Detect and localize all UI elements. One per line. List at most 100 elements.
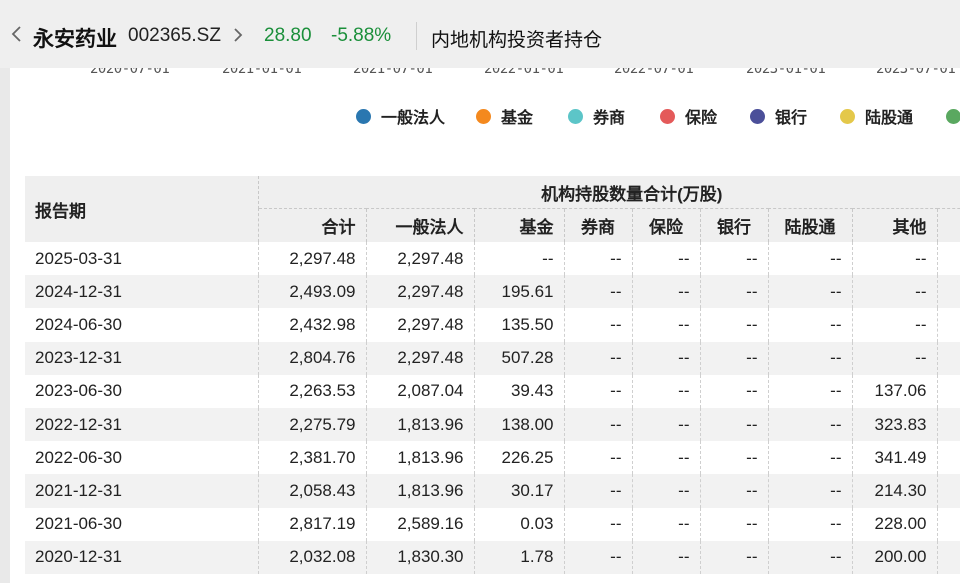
value-cell: 195.61 [474, 275, 565, 309]
table-row[interactable]: 2020-12-31 2,032.08 1,830.30 1.78 -- -- -- -- 20… [25, 540, 960, 574]
overflow-cell [937, 441, 960, 475]
value-cell: 2,297.48 [366, 275, 475, 309]
value-cell: -- [768, 507, 853, 541]
overflow-cell [937, 242, 960, 276]
chevron-right-icon[interactable] [233, 27, 243, 43]
period-cell: 2022-06-30 [25, 441, 259, 475]
value-cell: -- [632, 308, 701, 342]
legend-item[interactable]: 其他 [946, 104, 960, 128]
table-row[interactable]: 2022-12-31 2,275.79 1,813.96 138.00 -- -- -- --… [25, 407, 960, 442]
value-cell: -- [768, 441, 853, 475]
value-cell: 2,297.48 [366, 308, 475, 342]
value-cell: 2,589.16 [366, 507, 475, 541]
legend-label: 保险 [685, 110, 718, 127]
table-row[interactable]: 2023-06-30 2,263.53 2,087.04 39.43 -- -- -- -- 1… [25, 374, 960, 408]
value-cell: 1,830.30 [366, 540, 475, 574]
legend-item[interactable]: 一般法人 [356, 104, 445, 128]
legend-label: 基金 [501, 110, 534, 127]
legend-dot-icon [660, 108, 675, 124]
value-cell: -- [852, 275, 938, 309]
period-cell: 2024-06-30 [25, 308, 259, 342]
value-cell: 1,813.96 [366, 441, 475, 475]
period-cell: 2022-12-31 [25, 407, 259, 442]
value-cell: -- [700, 275, 769, 309]
value-cell: -- [564, 374, 633, 408]
table-row[interactable]: 2025-03-31 2,297.48 2,297.48 -- -- -- -- -- -- [25, 242, 960, 276]
overflow-cell [937, 275, 960, 309]
period-cell: 2021-12-31 [25, 474, 259, 508]
table-row[interactable]: 2021-12-31 2,058.43 1,813.96 30.17 -- -- -- -- 2… [25, 474, 960, 508]
value-cell: -- [700, 407, 769, 442]
value-cell: 30.17 [474, 474, 565, 508]
value-cell: 226.25 [474, 441, 565, 475]
column-header[interactable]: 券商 [564, 208, 633, 242]
price-change: -5.88% [331, 25, 392, 46]
value-cell: 2,432.98 [258, 308, 367, 342]
chart-x-axis: 2020-07-01 2021-01-01 2021-07-01 2022-01-01… [10, 68, 960, 79]
value-cell: -- [632, 474, 701, 508]
table-row[interactable]: 2023-12-31 2,804.76 2,297.48 507.28 -- -- -- --… [25, 341, 960, 375]
value-cell: -- [632, 441, 701, 475]
value-cell: -- [632, 275, 701, 309]
chevron-left-icon[interactable] [10, 24, 24, 44]
legend-label: 一般法人 [381, 110, 446, 127]
value-cell: 2,058.43 [258, 474, 367, 508]
x-tick-label: 2021-07-01 [353, 68, 433, 77]
table-row[interactable]: 2021-06-30 2,817.19 2,589.16 0.03 -- -- -- -- 22… [25, 507, 960, 541]
value-cell: 2,275.79 [258, 407, 367, 442]
page-title: 内地机构投资者持仓 [431, 30, 603, 51]
column-header-overflow [937, 208, 960, 242]
column-header[interactable]: 一般法人 [366, 208, 475, 242]
value-cell: -- [564, 275, 633, 309]
x-tick-label: 2020-07-01 [90, 68, 170, 77]
value-cell: -- [700, 242, 769, 276]
column-header[interactable]: 银行 [700, 208, 769, 242]
value-cell: -- [700, 441, 769, 475]
table-body: 2025-03-31 2,297.48 2,297.48 -- -- -- -- -- -- 20… [25, 242, 960, 574]
value-cell: -- [632, 242, 701, 276]
value-cell: -- [768, 407, 853, 442]
value-cell: 1,813.96 [366, 474, 475, 508]
value-cell: -- [564, 474, 633, 508]
column-header[interactable]: 其他 [852, 208, 938, 242]
table-row[interactable]: 2024-12-31 2,493.09 2,297.48 195.61 -- -- -- --… [25, 275, 960, 309]
value-cell: 2,297.48 [258, 242, 367, 276]
legend-item[interactable]: 保险 [660, 104, 717, 128]
value-cell: 0.03 [474, 507, 565, 541]
value-cell: 2,381.70 [258, 441, 367, 475]
legend-dot-icon [840, 108, 855, 124]
legend-label: 券商 [593, 110, 626, 127]
column-header[interactable]: 陆股通 [768, 208, 853, 242]
group-header: 机构持股数量合计(万股) [258, 176, 960, 209]
value-cell: 39.43 [474, 374, 565, 408]
table-row[interactable]: 2024-06-30 2,432.98 2,297.48 135.50 -- -- -- --… [25, 308, 960, 342]
value-cell: -- [564, 308, 633, 342]
legend-item[interactable]: 银行 [750, 104, 807, 128]
column-header[interactable]: 合计 [258, 208, 367, 242]
column-header[interactable]: 基金 [474, 208, 565, 242]
value-cell: 323.83 [852, 407, 938, 442]
value-cell: -- [564, 242, 633, 276]
value-cell: -- [632, 407, 701, 442]
overflow-cell [937, 308, 960, 342]
x-tick-label: 2023-01-01 [746, 68, 826, 77]
value-cell: -- [768, 540, 853, 574]
overflow-cell [937, 507, 960, 541]
legend-dot-icon [568, 108, 583, 124]
period-cell: 2024-12-31 [25, 275, 259, 309]
value-cell: -- [564, 407, 633, 442]
legend-item[interactable]: 券商 [568, 104, 625, 128]
table-row[interactable]: 2022-06-30 2,381.70 1,813.96 226.25 -- -- -- --… [25, 441, 960, 475]
value-cell: -- [768, 275, 853, 309]
period-cell: 2025-03-31 [25, 242, 259, 276]
period-header[interactable]: 报告期 [25, 176, 259, 242]
legend-item[interactable]: 陆股通 [840, 104, 913, 128]
value-cell: 138.00 [474, 407, 565, 442]
value-cell: -- [564, 341, 633, 375]
value-cell: 2,817.19 [258, 507, 367, 541]
column-header[interactable]: 保险 [632, 208, 701, 242]
value-cell: 2,493.09 [258, 275, 367, 309]
value-cell: 137.06 [852, 374, 938, 408]
value-cell: 2,297.48 [366, 341, 475, 375]
legend-item[interactable]: 基金 [476, 104, 533, 128]
